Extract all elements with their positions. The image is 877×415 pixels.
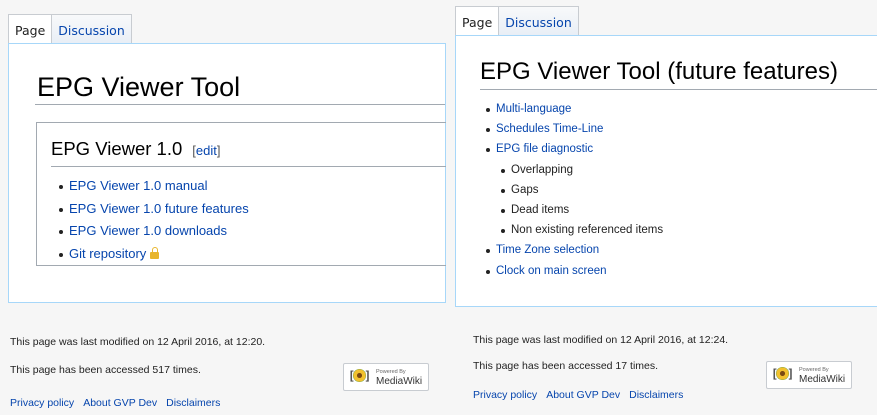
section-heading: EPG Viewer 1.0 [edit] [51, 138, 221, 160]
list-item: EPG Viewer 1.0 manual [57, 178, 249, 201]
edit-bracket-close: ] [216, 143, 221, 158]
link-list: EPG Viewer 1.0 manual EPG Viewer 1.0 fut… [57, 178, 249, 268]
title-divider [35, 104, 445, 105]
section-box: EPG Viewer 1.0 [edit] EPG Viewer 1.0 manu… [36, 122, 446, 266]
tab-page[interactable]: Page [8, 14, 52, 44]
powered-by-mediawiki-badge[interactable]: [] Powered By MediaWiki [766, 361, 852, 389]
time-zone-link[interactable]: Time Zone selection [496, 244, 599, 256]
powered-by-mediawiki-badge[interactable]: [] Powered By MediaWiki [343, 363, 429, 391]
list-item: Clock on main screen [484, 264, 663, 284]
disclaimers-link[interactable]: Disclaimers [166, 397, 220, 409]
privacy-policy-link[interactable]: Privacy policy [473, 389, 537, 401]
sub-list-item: Non existing referenced items [484, 223, 663, 243]
lock-icon [150, 246, 160, 259]
right-wiki-screenshot: Page Discussion EPG Viewer Tool (future … [455, 0, 877, 415]
feature-list: Multi-language Schedules Time-Line EPG f… [484, 102, 663, 284]
badge-text: Powered By MediaWiki [376, 367, 422, 387]
list-item: Schedules Time-Line [484, 122, 663, 142]
disclaimers-link[interactable]: Disclaimers [629, 389, 683, 401]
manual-link[interactable]: EPG Viewer 1.0 manual [69, 178, 208, 193]
content-area: EPG Viewer Tool EPG Viewer 1.0 [edit] EPG… [8, 43, 446, 303]
badge-name-label: MediaWiki [376, 376, 423, 387]
page-title: EPG Viewer Tool (future features) [480, 58, 838, 85]
page-tabs: Page Discussion [8, 14, 132, 44]
content-area: EPG Viewer Tool (future features) Multi-… [455, 35, 877, 307]
footer-links: Privacy policy About GVP Dev Disclaimers [473, 389, 683, 401]
left-wiki-screenshot: Page Discussion EPG Viewer Tool EPG View… [0, 0, 446, 415]
multi-language-link[interactable]: Multi-language [496, 103, 571, 115]
footer-links: Privacy policy About GVP Dev Disclaimers [10, 397, 220, 409]
sub-list-item: Dead items [484, 203, 663, 223]
downloads-link[interactable]: EPG Viewer 1.0 downloads [69, 223, 227, 238]
last-modified-text: This page was last modified on 12 April … [473, 334, 729, 346]
privacy-policy-link[interactable]: Privacy policy [10, 397, 74, 409]
access-count-text: This page has been accessed 17 times. [473, 360, 659, 372]
badge-name-label: MediaWiki [799, 374, 846, 385]
page-title: EPG Viewer Tool [37, 72, 241, 102]
edit-section-link[interactable]: [edit] [192, 143, 220, 158]
list-item: Git repository [57, 246, 249, 269]
future-features-link[interactable]: EPG Viewer 1.0 future features [69, 201, 249, 216]
edit-link-label[interactable]: edit [196, 143, 217, 158]
mediawiki-logo-icon: [] [771, 367, 795, 381]
title-divider [480, 89, 877, 90]
access-count-text: This page has been accessed 517 times. [10, 364, 201, 376]
git-repository-link[interactable]: Git repository [69, 246, 146, 261]
about-link[interactable]: About GVP Dev [83, 397, 157, 409]
list-item: EPG file diagnostic [484, 142, 663, 162]
list-item: EPG Viewer 1.0 future features [57, 201, 249, 224]
sub-list-item: Gaps [484, 183, 663, 203]
list-item: Multi-language [484, 102, 663, 122]
clock-link[interactable]: Clock on main screen [496, 265, 607, 277]
sub-item-text: Overlapping [511, 163, 574, 176]
section-heading-text: EPG Viewer 1.0 [51, 138, 183, 159]
schedules-timeline-link[interactable]: Schedules Time-Line [496, 123, 603, 135]
tab-page[interactable]: Page [455, 6, 499, 36]
list-item: EPG Viewer 1.0 downloads [57, 223, 249, 246]
mediawiki-logo-icon: [] [348, 369, 372, 383]
sub-item-text: Gaps [511, 183, 539, 196]
tab-discussion[interactable]: Discussion [498, 6, 579, 36]
about-link[interactable]: About GVP Dev [546, 389, 620, 401]
sub-item-text: Dead items [511, 203, 570, 216]
sub-list-item: Overlapping [484, 163, 663, 183]
sub-item-text: Non existing referenced items [511, 224, 664, 237]
page-tabs: Page Discussion [455, 6, 579, 36]
badge-text: Powered By MediaWiki [799, 365, 845, 385]
list-item: Time Zone selection [484, 243, 663, 263]
last-modified-text: This page was last modified on 12 April … [10, 336, 266, 348]
heading-divider [51, 166, 446, 167]
epg-diagnostic-link[interactable]: EPG file diagnostic [496, 143, 593, 155]
tab-discussion[interactable]: Discussion [51, 14, 132, 44]
